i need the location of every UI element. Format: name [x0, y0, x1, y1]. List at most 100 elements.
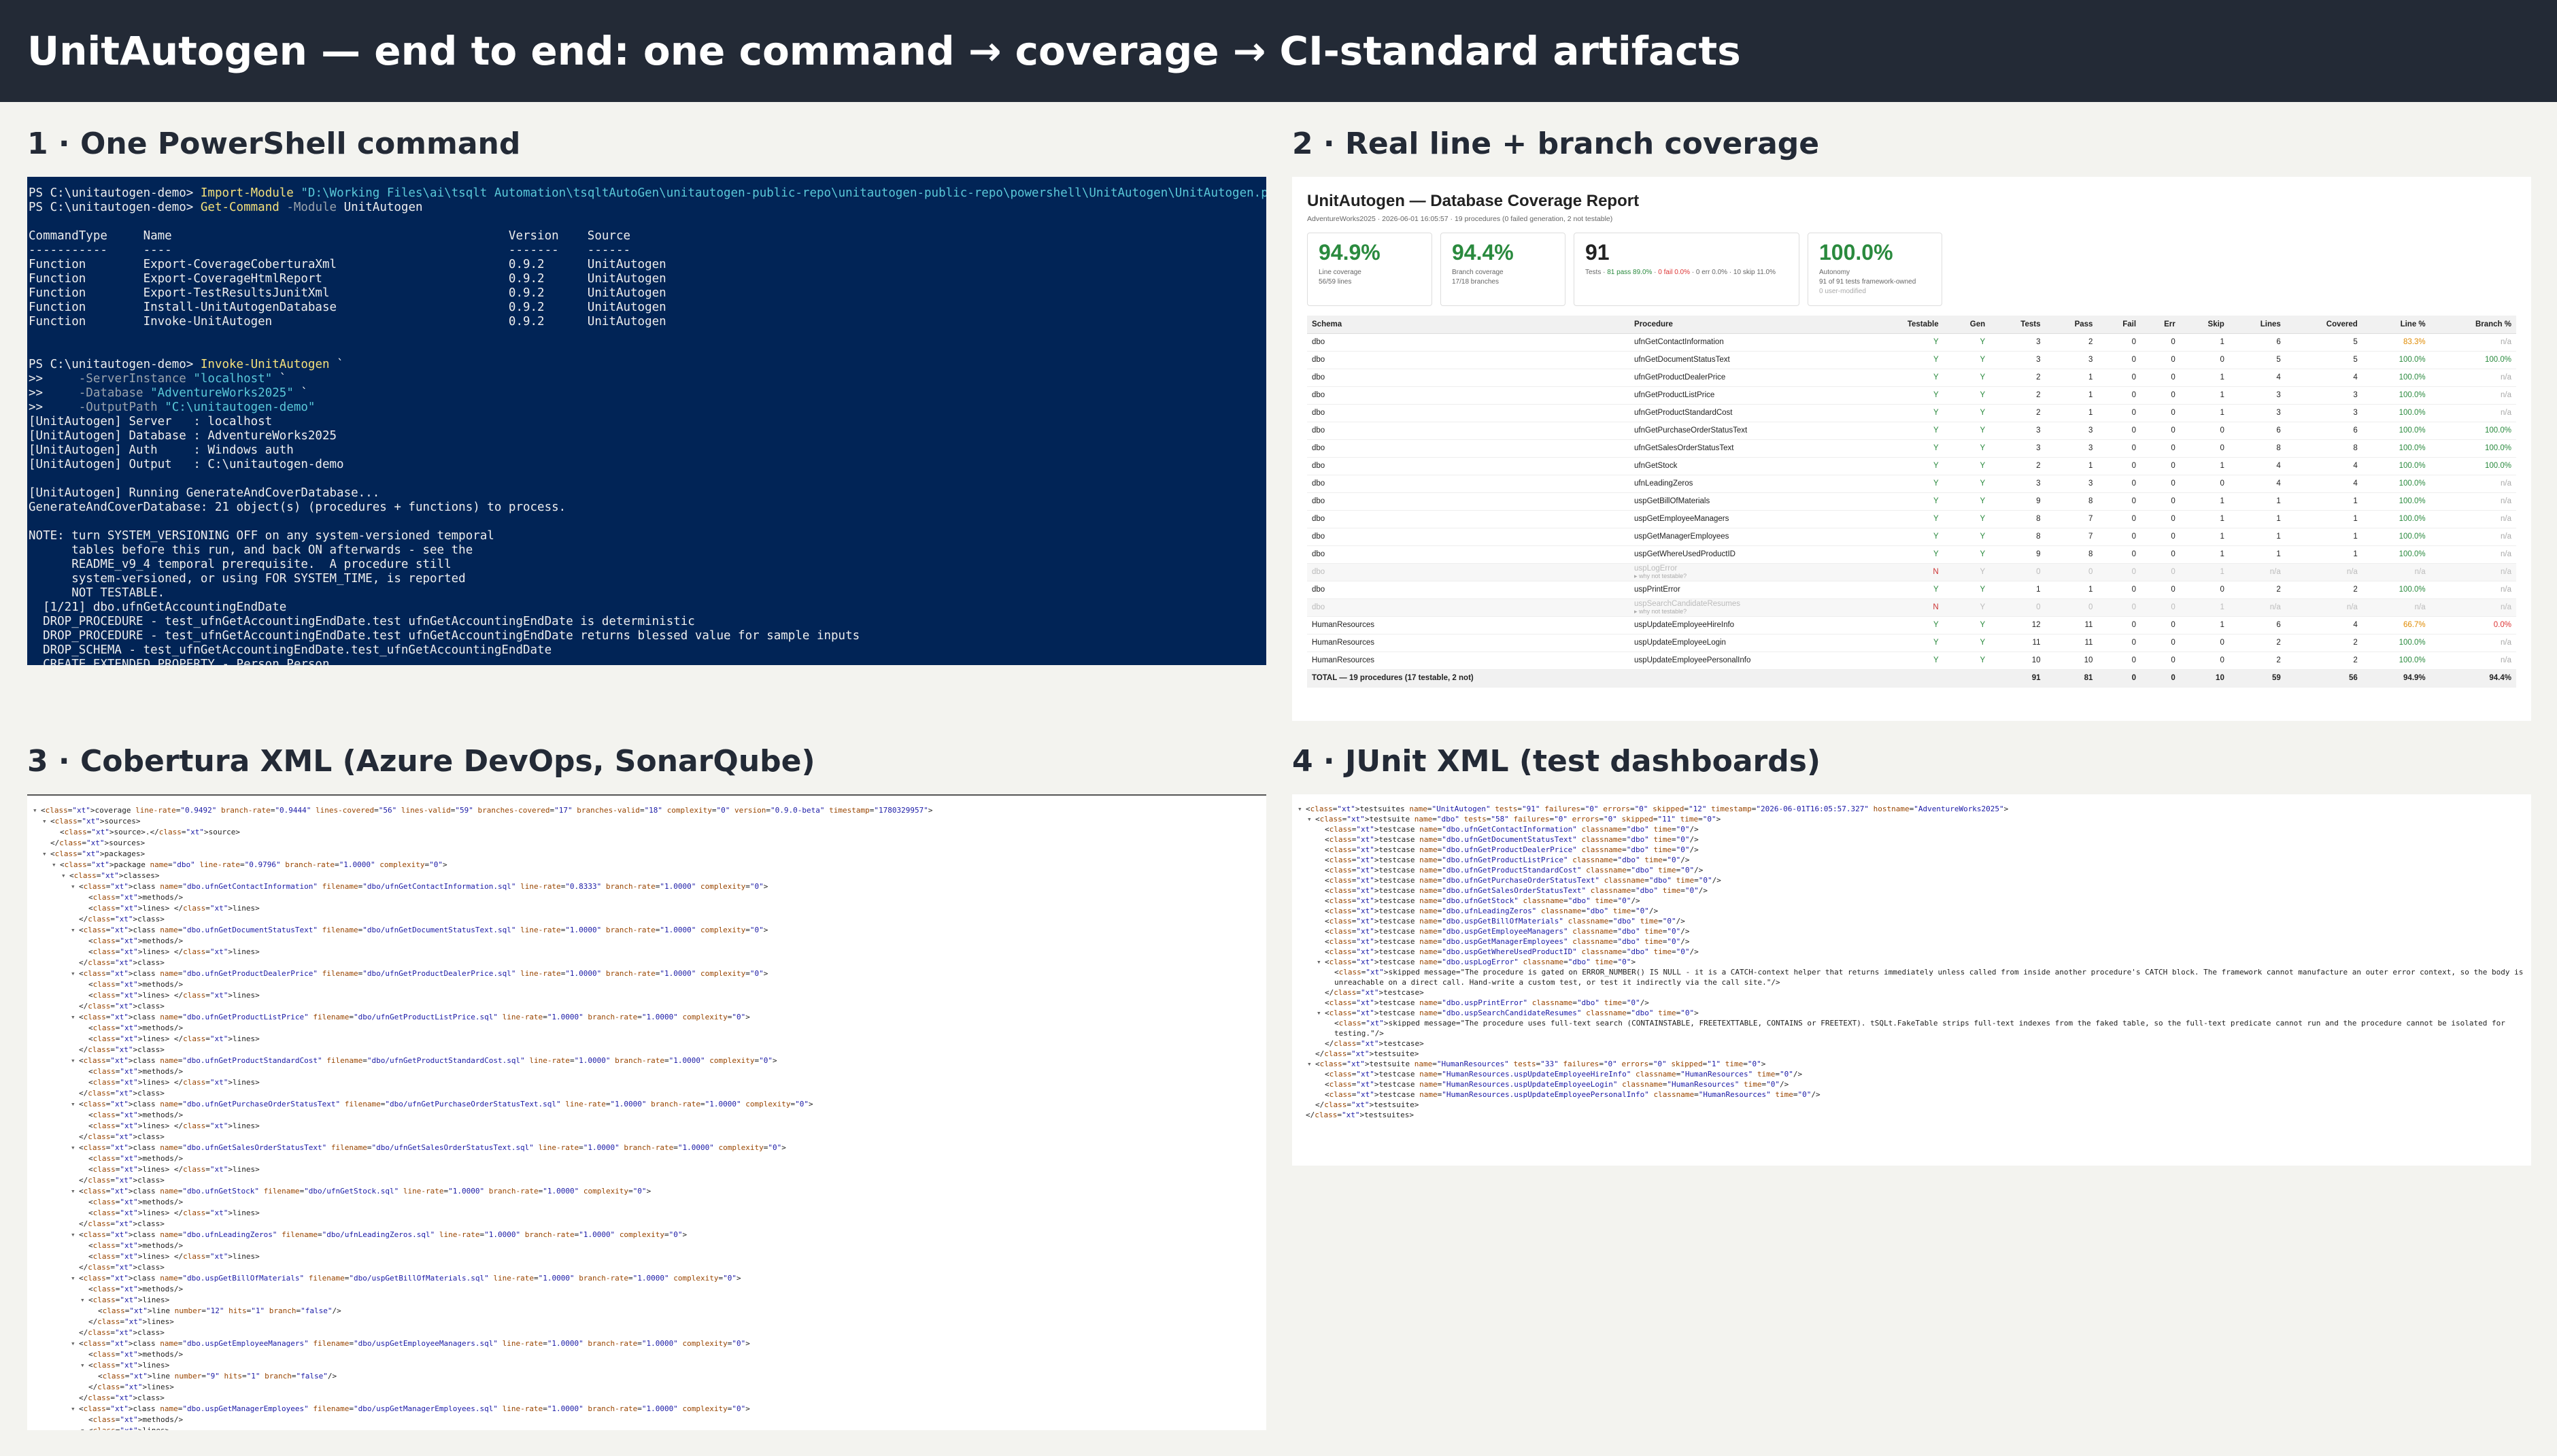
- xml-line[interactable]: ▾ <class="xt">class name="dbo.ufnGetPurch…: [27, 1099, 1266, 1110]
- collapse-toggle-icon[interactable]: ▾: [71, 925, 79, 936]
- table-cell: 10: [2045, 651, 2098, 670]
- collapse-toggle-icon[interactable]: ▾: [1317, 1008, 1325, 1018]
- xml-line[interactable]: ▾ <class="xt">class name="dbo.ufnGetProdu…: [27, 968, 1266, 979]
- xml-gutter: [1307, 1049, 1315, 1059]
- xml-line[interactable]: ▾ <class="xt">package name="dbo" line-rat…: [27, 860, 1266, 870]
- table-cell: 100.0%: [2362, 528, 2431, 546]
- collapse-toggle-icon[interactable]: ▾: [1307, 814, 1315, 824]
- collapse-toggle-icon[interactable]: ▾: [80, 1360, 88, 1371]
- collapse-toggle-icon[interactable]: ▾: [80, 1295, 88, 1306]
- xml-line[interactable]: ▾<class="xt">lines>: [27, 1425, 1266, 1430]
- column-header[interactable]: Schema: [1307, 316, 1630, 334]
- table-cell: Y: [1943, 492, 1991, 511]
- column-header[interactable]: Line %: [2362, 316, 2431, 334]
- table-cell: n/a: [2430, 651, 2516, 670]
- total-row: TOTAL — 19 procedures (17 testable, 2 no…: [1307, 669, 2516, 688]
- terminal-line: PS C:\unitautogen-demo> Invoke-UnitAutog…: [29, 358, 344, 371]
- section-title-cobertura: 3 · Cobertura XML (Azure DevOps, SonarQu…: [27, 744, 815, 779]
- table-cell: 4: [2285, 369, 2363, 387]
- collapse-toggle-icon[interactable]: ▾: [33, 805, 41, 816]
- collapse-toggle-icon[interactable]: ▾: [71, 968, 79, 979]
- collapse-toggle-icon[interactable]: ▾: [71, 1273, 79, 1284]
- xml-text: <class="xt">testcase name="dbo.uspGetBil…: [1325, 917, 1685, 926]
- table-cell: uspGetWhereUsedProductID: [1629, 545, 1867, 564]
- xml-line[interactable]: ▾ <class="xt">testsuites name="UnitAutoge…: [1292, 804, 2531, 814]
- collapse-toggle-icon[interactable]: ▾: [61, 870, 69, 881]
- xml-line[interactable]: ▾ <class="xt">testsuite name="HumanResour…: [1292, 1059, 2531, 1069]
- xml-line[interactable]: ▾ <class="xt">packages>: [27, 849, 1266, 860]
- column-header[interactable]: Lines: [2229, 316, 2286, 334]
- cobertura-xml-viewer[interactable]: ▾ <class="xt">coverage line-rate="0.9492"…: [27, 794, 1266, 1430]
- collapse-toggle-icon[interactable]: ▾: [71, 1230, 79, 1240]
- xml-gutter: [80, 1153, 88, 1164]
- table-row: dbo ufnGetContactInformation Y Y 3 2 0 0 1 6 5 83.3…: [1307, 333, 2516, 352]
- column-header[interactable]: Skip: [2180, 316, 2229, 334]
- collapse-toggle-icon[interactable]: ▾: [71, 881, 79, 892]
- xml-line[interactable]: ▾ <class="xt">class name="dbo.ufnLeadingZ…: [27, 1230, 1266, 1240]
- collapse-toggle-icon[interactable]: ▾: [71, 1338, 79, 1349]
- collapse-toggle-icon[interactable]: ▾: [80, 1425, 88, 1430]
- xml-gutter: [1317, 896, 1325, 906]
- collapse-toggle-icon[interactable]: ▾: [1317, 957, 1325, 967]
- xml-line[interactable]: ▾<class="xt">lines>: [27, 1295, 1266, 1306]
- table-cell: N: [1867, 598, 1944, 617]
- xml-line[interactable]: ▾ <class="xt">testcase name="dbo.uspLogEr…: [1292, 957, 2531, 967]
- xml-gutter: [1326, 1028, 1334, 1038]
- xml-line[interactable]: ▾ <class="xt">class name="dbo.uspGetEmplo…: [27, 1338, 1266, 1349]
- table-cell: 100.0%: [2362, 545, 2431, 564]
- xml-line[interactable]: ▾<class="xt">lines>: [27, 1360, 1266, 1371]
- collapse-toggle-icon[interactable]: ▾: [71, 1142, 79, 1153]
- table-cell: 3: [1990, 439, 2046, 458]
- collapse-toggle-icon[interactable]: ▾: [71, 1012, 79, 1023]
- collapse-toggle-icon[interactable]: ▾: [42, 849, 50, 860]
- table-cell: 3: [2285, 404, 2363, 422]
- xml-line[interactable]: ▾ <class="xt">class name="dbo.uspGetBillO…: [27, 1273, 1266, 1284]
- collapse-toggle-icon[interactable]: ▾: [71, 1099, 79, 1110]
- junit-xml-viewer[interactable]: ▾ <class="xt">testsuites name="UnitAutoge…: [1292, 794, 2531, 1166]
- column-header[interactable]: Err: [2141, 316, 2180, 334]
- table-cell: 1: [2045, 386, 2098, 405]
- column-header[interactable]: Tests: [1990, 316, 2046, 334]
- xml-line[interactable]: ▾ <class="xt">class name="dbo.uspGetManag…: [27, 1404, 1266, 1415]
- collapse-toggle-icon[interactable]: ▾: [71, 1404, 79, 1415]
- column-header[interactable]: Testable: [1867, 316, 1944, 334]
- column-header[interactable]: Fail: [2097, 316, 2141, 334]
- xml-line[interactable]: ▾ <class="xt">class name="dbo.ufnGetStock…: [27, 1186, 1266, 1197]
- xml-line[interactable]: ▾ <class="xt">class name="dbo.ufnGetProdu…: [27, 1012, 1266, 1023]
- collapse-toggle-icon[interactable]: ▾: [71, 1186, 79, 1197]
- column-header[interactable]: Pass: [2045, 316, 2098, 334]
- xml-line[interactable]: ▾ <class="xt">sources>: [27, 816, 1266, 827]
- xml-line[interactable]: ▾ <class="xt">class name="dbo.ufnGetProdu…: [27, 1055, 1266, 1066]
- xml-line[interactable]: ▾ <class="xt">class name="dbo.ufnGetConta…: [27, 881, 1266, 892]
- why-not-testable-link[interactable]: ▸ why not testable?: [1634, 608, 1862, 615]
- table-cell: 3: [2045, 351, 2098, 369]
- collapse-toggle-icon[interactable]: ▾: [71, 1055, 79, 1066]
- table-cell: 0: [1990, 598, 2046, 617]
- xml-line[interactable]: ▾ <class="xt">class name="dbo.ufnGetDocum…: [27, 925, 1266, 936]
- column-header[interactable]: Branch %: [2430, 316, 2516, 334]
- xml-text: </class="xt">class>: [79, 1002, 165, 1011]
- xml-line[interactable]: ▾ <class="xt">testcase name="dbo.uspSearc…: [1292, 1008, 2531, 1018]
- xml-gutter: [1317, 865, 1325, 875]
- xml-line: <class="xt">methods/>: [27, 1240, 1266, 1251]
- column-header[interactable]: Gen: [1943, 316, 1991, 334]
- table-cell: 0: [2141, 581, 2180, 599]
- table-cell: TOTAL — 19 procedures (17 testable, 2 no…: [1307, 669, 1630, 688]
- why-not-testable-link[interactable]: ▸ why not testable?: [1634, 573, 1862, 580]
- xml-line[interactable]: ▾ <class="xt">class name="dbo.ufnGetSales…: [27, 1142, 1266, 1153]
- table-cell: Y: [1867, 581, 1944, 599]
- xml-line[interactable]: ▾ <class="xt">coverage line-rate="0.9492"…: [27, 805, 1266, 816]
- table-cell: n/a: [2285, 598, 2363, 617]
- xml-line[interactable]: ▾ <class="xt">testsuite name="dbo" tests=…: [1292, 814, 2531, 824]
- column-header[interactable]: Procedure: [1629, 316, 1867, 334]
- powershell-terminal[interactable]: PS C:\unitautogen-demo> Import-Module "D…: [27, 177, 1266, 665]
- collapse-toggle-icon[interactable]: ▾: [1298, 804, 1306, 814]
- collapse-toggle-icon[interactable]: ▾: [42, 816, 50, 827]
- xml-line[interactable]: ▾ <class="xt">classes>: [27, 870, 1266, 881]
- column-header[interactable]: Covered: [2285, 316, 2363, 334]
- collapse-toggle-icon[interactable]: ▾: [1307, 1059, 1315, 1069]
- xml-line: <class="xt">testcase name="dbo.ufnLeadin…: [1292, 906, 2531, 916]
- xml-line: </class="xt">testsuite>: [1292, 1049, 2531, 1059]
- collapse-toggle-icon[interactable]: ▾: [52, 860, 60, 870]
- table-cell: Y: [1943, 333, 1991, 352]
